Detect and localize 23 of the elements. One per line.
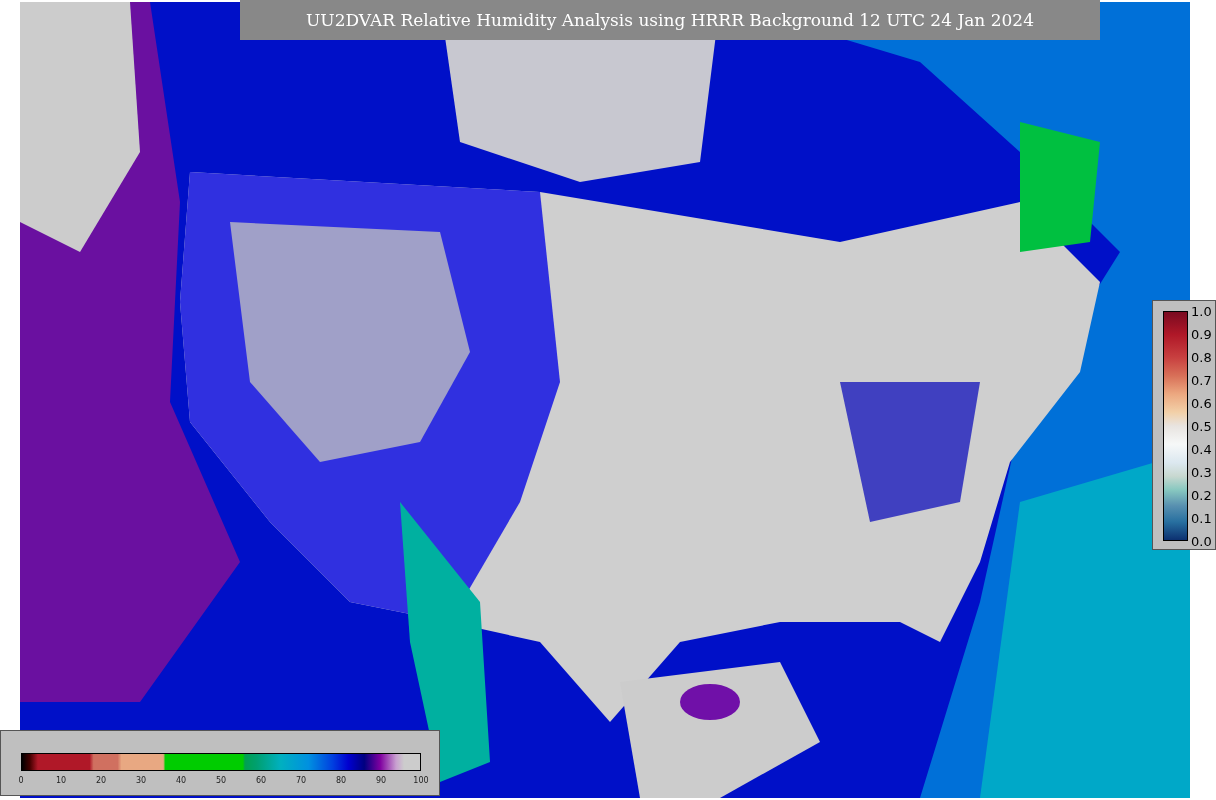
tick-label: 30 <box>135 776 147 785</box>
tick-label: 0.4 <box>1191 441 1212 457</box>
tick-label: 20 <box>95 776 107 785</box>
tick-label: 10 <box>55 776 67 785</box>
tick-label: 40 <box>175 776 187 785</box>
tick-label: 70 <box>295 776 307 785</box>
tick-label: 0.6 <box>1191 395 1212 411</box>
tick-label: 0.7 <box>1191 372 1212 388</box>
tick-label: 80 <box>335 776 347 785</box>
tick-label: 0 <box>18 776 24 785</box>
tick-label: 0.0 <box>1191 533 1212 549</box>
tick-label: 0.5 <box>1191 418 1212 434</box>
tick-label: 0.8 <box>1191 349 1212 365</box>
tick-label: 0.3 <box>1191 464 1212 480</box>
tick-label: 90 <box>375 776 387 785</box>
tick-label: 1.0 <box>1191 303 1212 319</box>
tick-label: 0.9 <box>1191 326 1212 342</box>
tick-label: 0.1 <box>1191 510 1212 526</box>
tick-label: 100 <box>413 776 429 785</box>
tick-label: 60 <box>255 776 267 785</box>
map-title: UU2DVAR Relative Humidity Analysis using HRRR Background 12 UTC 24 Jan 2024 <box>240 0 1100 40</box>
tick-label: 50 <box>215 776 227 785</box>
tick-label: 0.2 <box>1191 487 1212 503</box>
